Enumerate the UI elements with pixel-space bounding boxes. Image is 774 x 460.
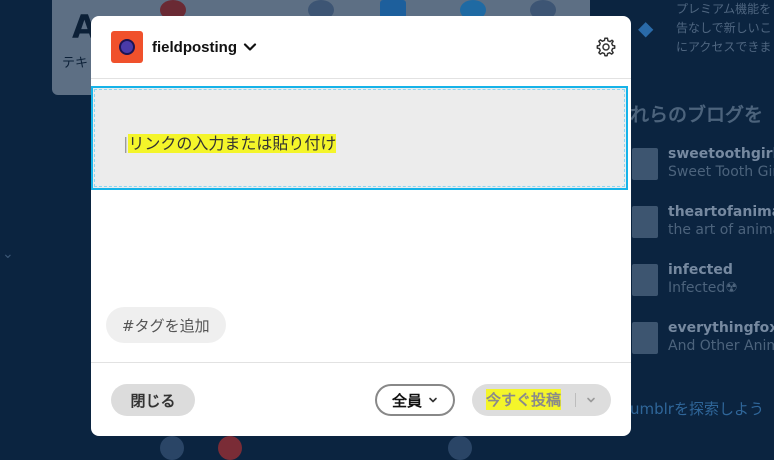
blog-avatar-logo-icon: [119, 39, 135, 55]
post-now-button[interactable]: 今すぐ投稿: [472, 384, 611, 416]
background-promo: プレミアム機能を 告なしで新しいこ にアクセスできま: [676, 2, 772, 54]
button-divider: [575, 393, 576, 407]
audience-label: 全員: [391, 391, 422, 410]
background-recommend-heading: れらのブログを: [630, 104, 764, 126]
background-blog-item: everythingfox And Other Anima: [632, 320, 774, 366]
background-blog-item: infected Infected☢: [632, 262, 774, 308]
dialog-header: fieldposting: [91, 16, 631, 79]
background-chevron-icon: ⌄: [2, 246, 14, 262]
blog-name: fieldposting: [152, 38, 237, 56]
background-card-subtitle: テキ: [62, 56, 89, 71]
blog-avatar[interactable]: [111, 31, 143, 63]
diamond-icon: ◆: [638, 16, 654, 40]
link-input-area[interactable]: |リンクの入力または貼り付け: [91, 86, 628, 190]
post-options-chevron-icon[interactable]: [584, 393, 598, 407]
add-tag-button[interactable]: #タグを追加: [106, 307, 226, 343]
avatar: [632, 322, 658, 354]
background-blog-item: sweetoothgirl Sweet Tooth Girl: [632, 146, 774, 192]
link-input[interactable]: |リンクの入力または貼り付け: [123, 130, 337, 154]
post-now-label: 今すぐ投稿: [486, 389, 562, 410]
audience-select[interactable]: 全員: [375, 384, 455, 416]
link-post-dialog: fieldposting |リンクの入力または貼り付け #タグを追加 閉じる 全…: [91, 16, 631, 436]
close-button[interactable]: 閉じる: [111, 384, 195, 416]
background-blog-item: theartofanimatic the art of animat: [632, 204, 774, 250]
chevron-down-icon: [429, 397, 437, 403]
avatar: [632, 148, 658, 180]
gear-icon[interactable]: [595, 36, 617, 58]
dialog-footer: 閉じる 全員 今すぐ投稿: [91, 362, 631, 436]
link-input-placeholder: リンクの入力または貼り付け: [128, 134, 337, 153]
blog-selector[interactable]: fieldposting: [152, 36, 257, 58]
avatar: [632, 264, 658, 296]
avatar: [632, 206, 658, 238]
chevron-down-icon: [243, 43, 257, 51]
background-explore-link: umblrを探索しよう: [630, 400, 764, 418]
